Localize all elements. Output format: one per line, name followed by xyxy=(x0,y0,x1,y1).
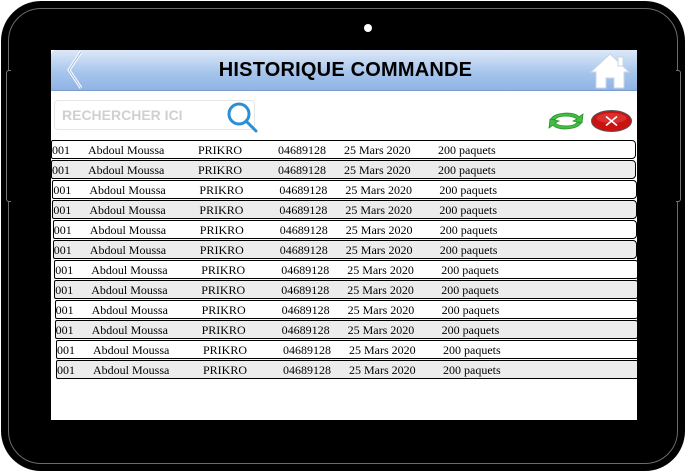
order-id: 001 xyxy=(53,183,72,197)
customer-name: Abdoul Moussa xyxy=(89,183,166,197)
customer-name: Abdoul Moussa xyxy=(89,203,166,217)
quantity: 200 paquets xyxy=(439,183,498,197)
phone-number: 04689128 xyxy=(281,303,330,317)
customer-name: Abdoul Moussa xyxy=(89,223,167,237)
quantity: 200 paquets xyxy=(438,163,496,177)
order-date: 25 Mars 2020 xyxy=(347,303,415,317)
quantity: 200 paquets xyxy=(443,363,501,377)
phone-number: 04689128 xyxy=(278,143,326,157)
order-date: 25 Mars 2020 xyxy=(344,143,411,157)
product-name: PRIKRO xyxy=(201,303,246,317)
quantity: 200 paquets xyxy=(443,343,501,357)
phone-number: 04689128 xyxy=(279,183,328,197)
search-box xyxy=(54,100,258,133)
customer-name: Abdoul Moussa xyxy=(93,343,170,357)
order-date: 25 Mars 2020 xyxy=(347,323,415,337)
close-icon[interactable] xyxy=(590,109,633,133)
order-id: 001 xyxy=(57,363,75,377)
product-name: PRIKRO xyxy=(198,143,243,157)
phone-number: 04689128 xyxy=(279,203,328,217)
product-name: PRIKRO xyxy=(199,183,244,197)
order-id: 001 xyxy=(53,223,72,237)
customer-name: Abdoul Moussa xyxy=(91,263,168,277)
phone-number: 04689128 xyxy=(283,343,331,357)
customer-name: Abdoul Moussa xyxy=(88,163,165,177)
product-name: PRIKRO xyxy=(198,163,243,177)
order-date: 25 Mars 2020 xyxy=(345,223,413,237)
customer-name: Abdoul Moussa xyxy=(91,303,168,317)
quantity: 200 paquets xyxy=(441,283,499,297)
app-screen: HISTORIQUE COMMANDE 001 xyxy=(51,50,637,420)
app-header: HISTORIQUE COMMANDE xyxy=(51,50,637,91)
refresh-icon[interactable] xyxy=(545,110,587,132)
customer-name: Abdoul Moussa xyxy=(91,323,168,337)
product-name: PRIKRO xyxy=(201,263,246,277)
order-date: 25 Mars 2020 xyxy=(347,263,414,277)
order-row[interactable]: 001 Abdoul Moussa PRIKRO 04689128 25 Mars 20… xyxy=(56,340,637,359)
product-name: PRIKRO xyxy=(199,243,244,257)
customer-name: Abdoul Moussa xyxy=(91,283,168,297)
quantity: 200 paquets xyxy=(441,263,499,277)
quantity: 200 paquets xyxy=(441,323,500,337)
order-row[interactable]: 001 Abdoul Moussa PRIKRO 04689128 25 Mars 20… xyxy=(52,180,637,199)
order-date: 25 Mars 2020 xyxy=(345,203,413,217)
customer-name: Abdoul Moussa xyxy=(89,243,167,257)
phone-number: 04689128 xyxy=(283,363,331,377)
order-row[interactable]: 001 Abdoul Moussa PRIKRO 04689128 25 Mars 20… xyxy=(51,140,636,159)
order-date: 25 Mars 2020 xyxy=(344,163,411,177)
quantity: 200 paquets xyxy=(439,223,498,237)
order-id: 001 xyxy=(53,203,72,217)
order-date: 25 Mars 2020 xyxy=(345,183,413,197)
order-id: 001 xyxy=(55,303,74,317)
quantity: 200 paquets xyxy=(439,203,498,217)
customer-name: Abdoul Moussa xyxy=(88,143,165,157)
search-icon[interactable] xyxy=(225,100,259,134)
phone-number: 04689128 xyxy=(281,283,330,297)
phone-number: 04689128 xyxy=(278,163,326,177)
side-button-left xyxy=(6,70,11,202)
product-name: PRIKRO xyxy=(201,283,246,297)
phone-number: 04689128 xyxy=(281,323,330,337)
order-id: 001 xyxy=(55,283,74,297)
product-name: PRIKRO xyxy=(199,203,244,217)
order-id: 001 xyxy=(55,323,74,337)
phone-number: 04689128 xyxy=(279,243,328,257)
order-row[interactable]: 001 Abdoul Moussa PRIKRO 04689128 25 Mars 20… xyxy=(54,260,637,279)
home-icon[interactable] xyxy=(589,52,631,90)
order-row[interactable]: 001 Abdoul Moussa PRIKRO 04689128 25 Mars 20… xyxy=(54,300,637,319)
order-row[interactable]: 001 Abdoul Moussa PRIKRO 04689128 25 Mars 20… xyxy=(56,360,637,379)
camera-dot xyxy=(364,24,372,32)
product-name: PRIKRO xyxy=(199,223,244,237)
phone-number: 04689128 xyxy=(279,223,328,237)
product-name: PRIKRO xyxy=(203,343,248,357)
quantity: 200 paquets xyxy=(441,303,500,317)
quantity: 200 paquets xyxy=(439,243,498,257)
order-date: 25 Mars 2020 xyxy=(349,363,416,377)
order-id: 001 xyxy=(52,163,70,177)
order-row[interactable]: 001 Abdoul Moussa PRIKRO 04689128 25 Mars 20… xyxy=(52,240,637,259)
phone-number: 04689128 xyxy=(281,263,330,277)
order-row[interactable]: 001 Abdoul Moussa PRIKRO 04689128 25 Mars 20… xyxy=(52,200,637,219)
order-date: 25 Mars 2020 xyxy=(347,283,414,297)
order-date: 25 Mars 2020 xyxy=(345,243,413,257)
side-button-right xyxy=(676,70,681,202)
order-row[interactable]: 001 Abdoul Moussa PRIKRO 04689128 25 Mars 20… xyxy=(54,280,637,299)
customer-name: Abdoul Moussa xyxy=(93,363,170,377)
order-id: 001 xyxy=(53,243,72,257)
product-name: PRIKRO xyxy=(203,363,248,377)
order-row[interactable]: 001 Abdoul Moussa PRIKRO 04689128 25 Mars 20… xyxy=(54,320,637,339)
order-date: 25 Mars 2020 xyxy=(349,343,416,357)
order-row[interactable]: 001 Abdoul Moussa PRIKRO 04689128 25 Mars 20… xyxy=(51,160,636,179)
order-id: 001 xyxy=(52,143,70,157)
search-input[interactable] xyxy=(57,104,227,126)
page-title: HISTORIQUE COMMANDE xyxy=(218,59,473,81)
order-id: 001 xyxy=(55,263,74,277)
order-id: 001 xyxy=(57,343,75,357)
quantity: 200 paquets xyxy=(438,143,496,157)
product-name: PRIKRO xyxy=(201,323,246,337)
order-row[interactable]: 001 Abdoul Moussa PRIKRO 04689128 25 Mars 20… xyxy=(52,220,637,239)
